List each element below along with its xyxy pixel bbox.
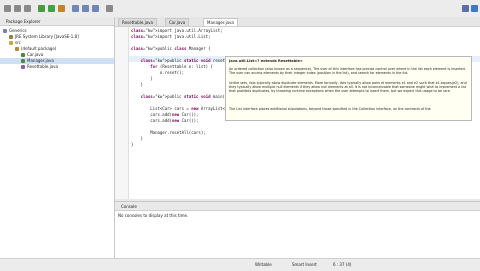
editor-tab-bar: Resettable.java Car.java Manager.java: [115, 17, 480, 27]
tree-label: src: [15, 40, 21, 45]
interface-file-icon: [21, 65, 25, 69]
package-explorer-tab[interactable]: Package Explorer: [0, 17, 114, 26]
new-icon[interactable]: [4, 5, 11, 12]
save-icon[interactable]: [14, 5, 21, 12]
new-java-project-icon[interactable]: [72, 5, 79, 12]
java-file-icon: [21, 53, 25, 57]
console-message: No consoles to display at this time.: [118, 213, 189, 218]
status-cursor-position: 6 : 37 (4): [333, 262, 352, 267]
package-explorer-title: Package Explorer: [6, 19, 41, 24]
tree-label: Manager.java: [27, 58, 54, 63]
project-icon: [3, 29, 7, 33]
tab-label: Resettable.java: [122, 20, 153, 25]
status-writable: Writable: [255, 262, 272, 267]
source-folder-icon: [9, 41, 13, 45]
run-icon[interactable]: [48, 5, 55, 12]
code-line: cars.add(new Car());: [131, 112, 199, 117]
tab-label: Car.java: [169, 20, 186, 25]
tree-label: (default package): [21, 46, 57, 51]
new-class-icon[interactable]: [92, 5, 99, 12]
code-line: class="kw">import java.util.List;: [131, 34, 211, 39]
status-bar: Writable Smart Insert 6 : 37 (4): [0, 258, 480, 271]
tab-label: Manager.java: [207, 20, 234, 25]
quick-access-icon[interactable]: [462, 5, 469, 12]
code-line: }: [131, 82, 144, 87]
status-insert-mode: Smart Insert: [292, 262, 317, 267]
java-perspective-icon[interactable]: [471, 5, 478, 12]
tree-item-resettable[interactable]: Resettable.java: [21, 64, 58, 70]
external-tools-icon[interactable]: [58, 5, 65, 12]
console-title: Console: [121, 204, 137, 209]
tree-label: Generics: [9, 28, 27, 33]
line-gutter: [115, 27, 129, 199]
java-file-icon: [21, 59, 25, 63]
library-icon: [9, 35, 13, 39]
hover-paragraph-3: The List interface places additional sti…: [229, 107, 431, 111]
code-line: }: [131, 76, 153, 81]
console-view: Console No consoles to display at this t…: [115, 201, 480, 258]
code-line: class="kw">public class Manager {: [131, 46, 211, 51]
hover-title: java.util.List<? extends Resettable>: [229, 59, 303, 63]
code-line: List<Car> cars = new ArrayList<>();: [131, 106, 235, 111]
package-explorer: Package Explorer Generics JRE System Lib…: [0, 17, 115, 270]
tab-car[interactable]: Car.java: [165, 18, 190, 26]
print-icon[interactable]: [24, 5, 31, 12]
search-icon[interactable]: [106, 5, 113, 12]
code-line: cars.add(new Car());: [131, 118, 199, 123]
code-line: o.reset();: [131, 70, 184, 75]
debug-icon[interactable]: [38, 5, 45, 12]
tree-label: Car.java: [27, 52, 44, 57]
code-line: class="kw">import java.util.ArrayList;: [131, 28, 223, 33]
code-line: for (Resettable o: list) {: [150, 64, 213, 69]
hover-paragraph-2: Unlike sets, lists typically allow dupli…: [229, 81, 467, 93]
tree-label: Resettable.java: [27, 64, 58, 69]
hover-paragraph-1: An ordered collection (also known as a s…: [229, 67, 466, 75]
code-line: }: [131, 142, 134, 147]
tree-label: JRE System Library [JavaSE-1.8]: [15, 34, 79, 39]
main-toolbar: [0, 0, 480, 18]
javadoc-hover-popup: java.util.List<? extends Resettable> An …: [225, 56, 472, 121]
code-line: }: [131, 136, 144, 141]
console-tab[interactable]: Console: [115, 202, 480, 211]
tab-resettable[interactable]: Resettable.java: [118, 18, 157, 26]
tab-manager[interactable]: Manager.java: [203, 18, 238, 26]
package-icon: [15, 47, 19, 51]
code-line: Manager.resetAll(cars);: [131, 130, 206, 135]
new-package-icon[interactable]: [82, 5, 89, 12]
